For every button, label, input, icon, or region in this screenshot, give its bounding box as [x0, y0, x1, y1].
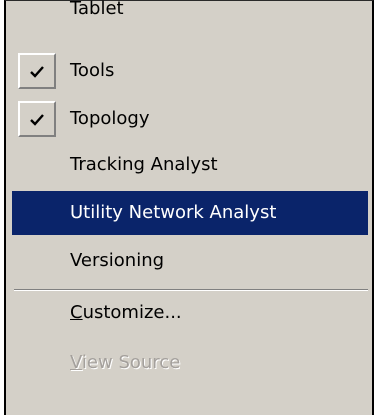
- menu-item-customize[interactable]: Customize...: [12, 291, 368, 335]
- menu-item-label: Versioning: [70, 250, 165, 271]
- menu-item-tools[interactable]: Tools: [12, 49, 368, 93]
- menu-item-label-rest: iew Source: [81, 352, 181, 373]
- context-menu: Tablet Tools Topology Tracking Analyst U…: [4, 0, 374, 415]
- menu-item-topology[interactable]: Topology: [12, 97, 368, 141]
- menu-item-label: View Source: [70, 341, 180, 385]
- menu-item-label: Topology: [70, 108, 150, 129]
- menu-item-tracking-analyst[interactable]: Tracking Analyst: [12, 143, 368, 187]
- mnemonic-letter: C: [70, 302, 83, 323]
- menu-item-label: Utility Network Analyst: [70, 202, 277, 223]
- checkmark-icon: [18, 53, 56, 89]
- menu-item-label: Tools: [70, 60, 115, 81]
- menu-item-view-source: View Source: [12, 341, 368, 385]
- checkmark-icon: [18, 101, 56, 137]
- mnemonic-letter: V: [70, 352, 82, 373]
- menu-item-tablet[interactable]: Tablet: [12, 0, 368, 31]
- menu-item-label: Customize...: [70, 291, 182, 335]
- menu-item-label: Tablet: [70, 0, 124, 19]
- menu-item-label-rest: ustomize...: [82, 302, 182, 323]
- menu-item-label: Tracking Analyst: [70, 154, 218, 175]
- menu-item-utility-network-analyst[interactable]: Utility Network Analyst: [12, 191, 368, 235]
- menu-item-versioning[interactable]: Versioning: [12, 239, 368, 283]
